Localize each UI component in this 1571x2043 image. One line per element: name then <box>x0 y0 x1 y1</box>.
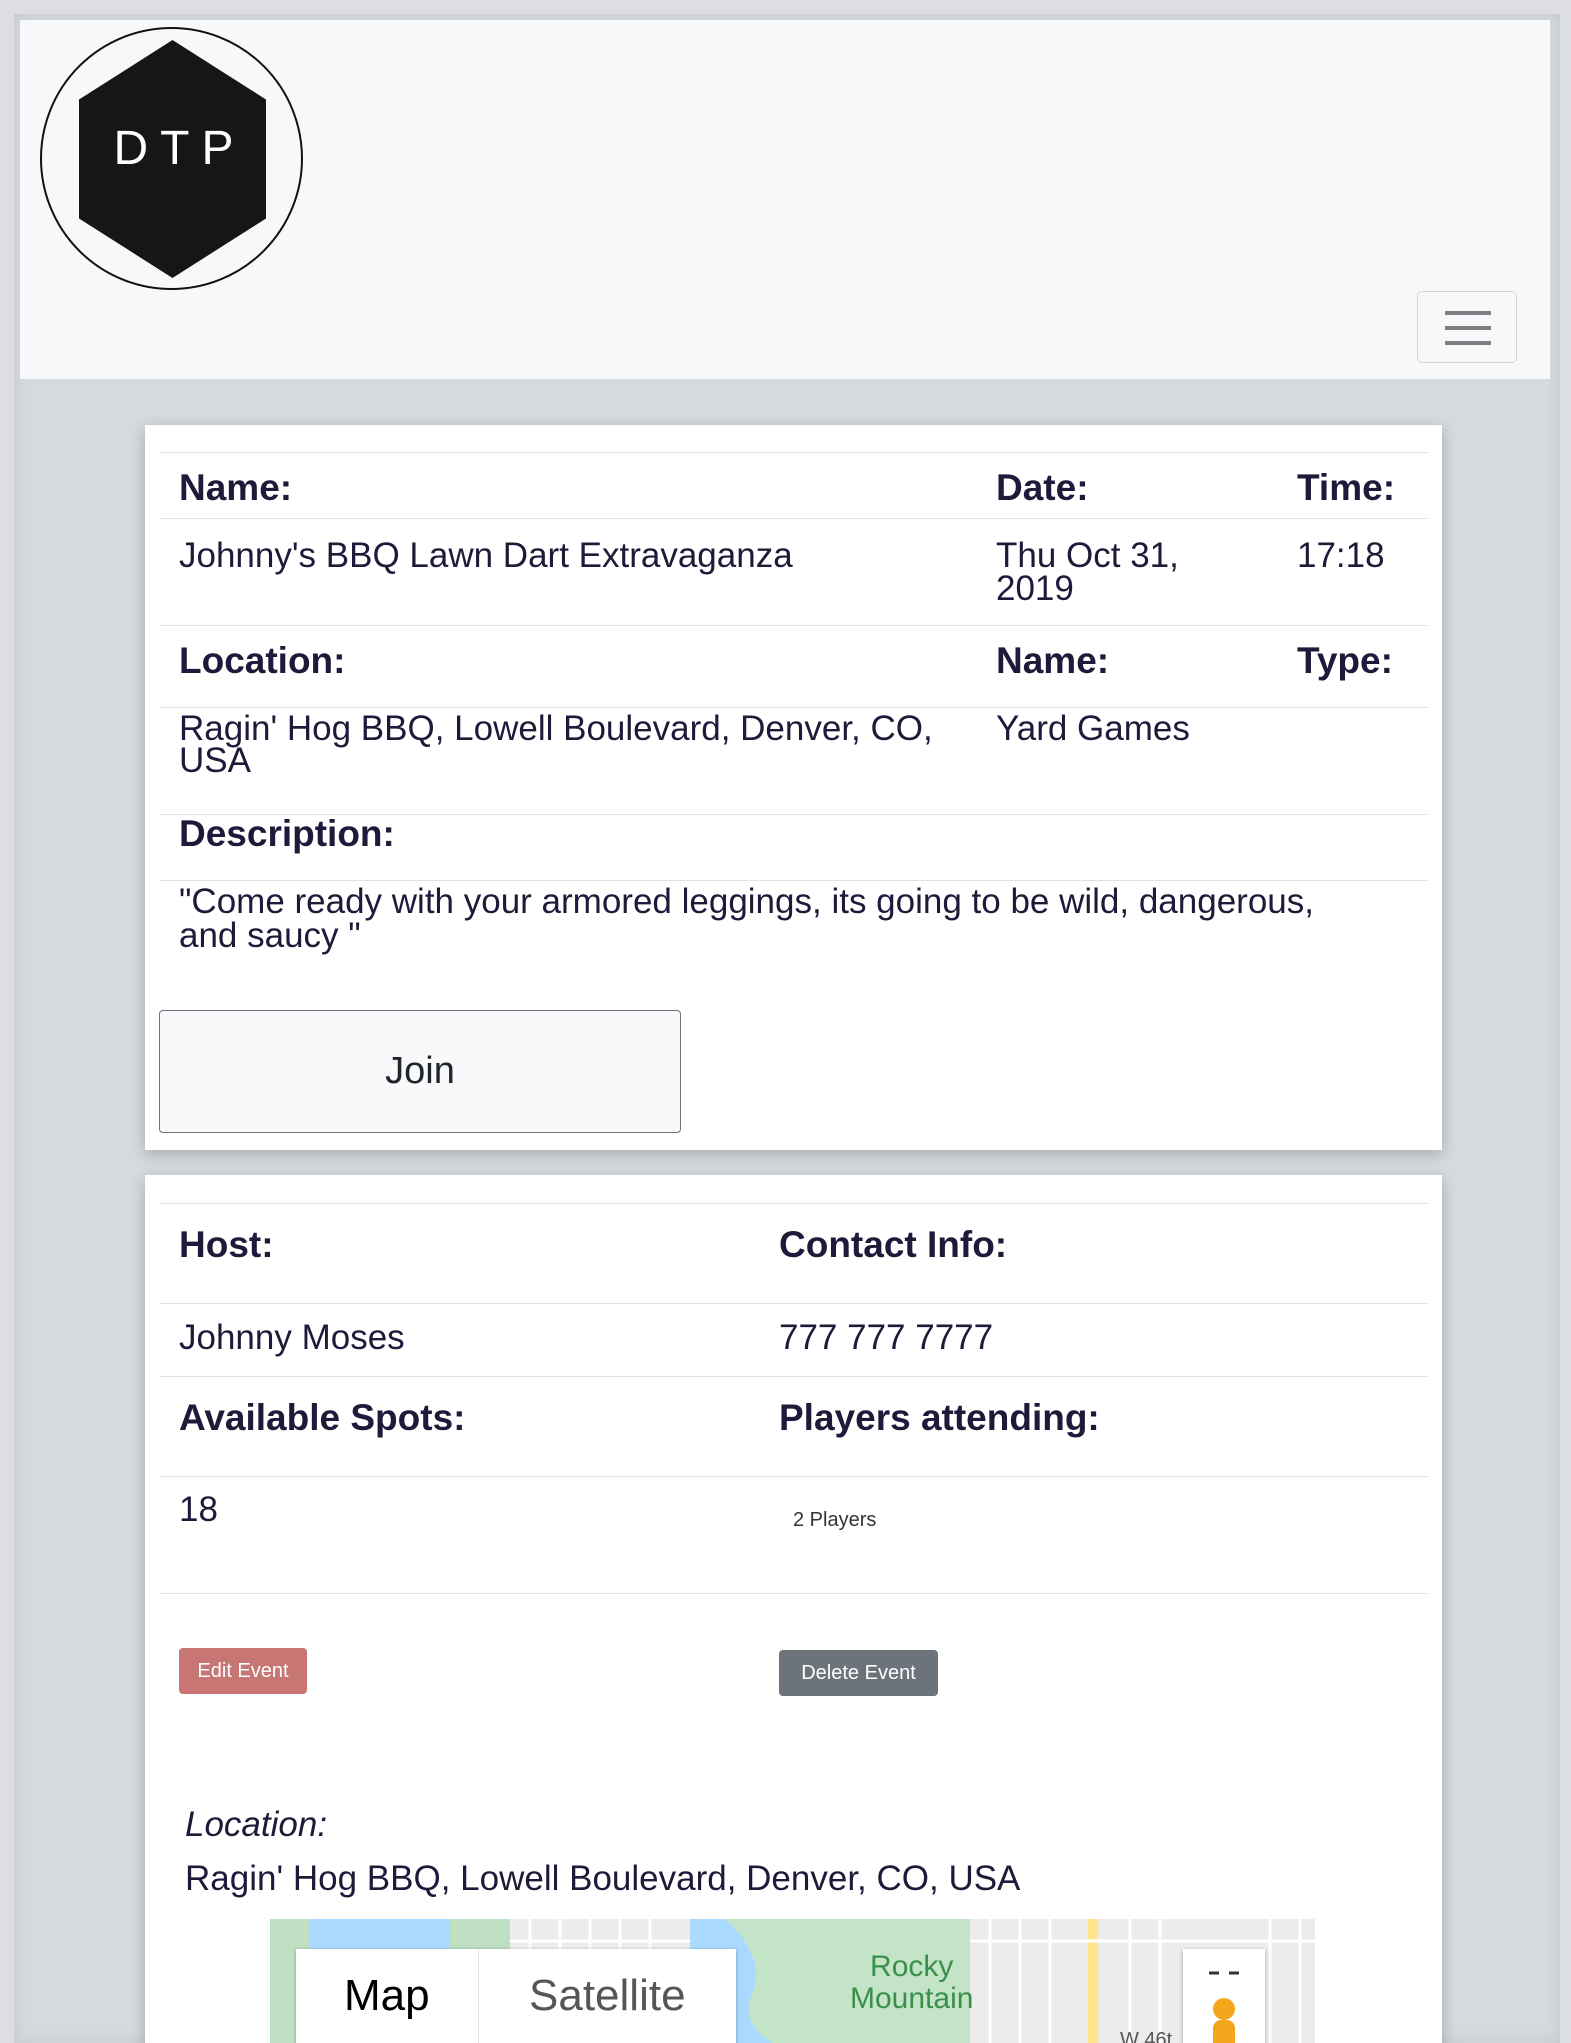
delete-event-button[interactable]: Delete Event <box>779 1650 938 1696</box>
host-value: Johnny Moses <box>179 1318 405 1357</box>
contact-label: Contact Info: <box>779 1224 1008 1265</box>
description-line2: and saucy " <box>179 916 361 955</box>
navbar-toggler-button[interactable] <box>1417 291 1517 363</box>
type-label: Type: <box>1297 640 1393 681</box>
location-label: Location: <box>179 640 346 681</box>
hamburger-icon-bar <box>1445 341 1491 345</box>
page-frame: DTP Name: Date: Time: Johnny's BBQ Lawn … <box>14 14 1560 2043</box>
event-date-line1: Thu Oct 31, <box>996 536 1179 575</box>
event-card: Name: Date: Time: Johnny's BBQ Lawn Dart… <box>145 425 1442 1150</box>
map-place-line1: Rocky <box>870 1950 954 1983</box>
name-label: Name: <box>179 467 293 508</box>
location-map[interactable]: Map Satellite Rocky Mountain W 46t <box>270 1919 1315 2043</box>
navbar: DTP <box>20 20 1550 379</box>
join-button[interactable]: Join <box>159 1010 681 1133</box>
description-label: Description: <box>179 813 395 854</box>
satellite-tab[interactable]: Satellite <box>477 1949 736 2043</box>
divider <box>159 880 1428 881</box>
event-time-value: 17:18 <box>1297 536 1385 575</box>
divider <box>159 518 1428 519</box>
location-line1: Ragin' Hog BBQ, Lowell Boulevard, Denver… <box>179 709 933 748</box>
event-date-line2: 2019 <box>996 569 1074 608</box>
pegman-control[interactable] <box>1183 1949 1265 2043</box>
logo-text: DTP <box>113 122 246 175</box>
location-line2: USA <box>179 741 251 780</box>
spots-label: Available Spots: <box>179 1397 466 1438</box>
details-card: Host: Contact Info: Johnny Moses 777 777… <box>145 1175 1442 2043</box>
game-name-value: Yard Games <box>996 709 1190 748</box>
hamburger-icon-bar <box>1445 311 1491 315</box>
spots-value: 18 <box>179 1490 218 1529</box>
divider <box>159 707 1428 708</box>
date-label: Date: <box>996 467 1089 508</box>
map-place-line2: Mountain <box>850 1982 974 2015</box>
divider <box>159 1476 1428 1477</box>
contact-value: 777 777 7777 <box>779 1318 994 1357</box>
pegman-icon <box>1209 1971 1239 2043</box>
game-name-label: Name: <box>996 640 1110 681</box>
map-tab[interactable]: Map <box>296 1949 478 2043</box>
hamburger-icon-bar <box>1445 326 1491 330</box>
map-location-label: Location: <box>185 1805 328 1844</box>
map-location-value: Ragin' Hog BBQ, Lowell Boulevard, Denver… <box>185 1859 1021 1898</box>
event-name-value: Johnny's BBQ Lawn Dart Extravaganza <box>179 536 793 575</box>
divider <box>159 1593 1428 1594</box>
description-line1: "Come ready with your armored leggings, … <box>179 882 1314 921</box>
divider <box>159 452 1428 453</box>
host-label: Host: <box>179 1224 274 1265</box>
divider <box>159 1203 1428 1204</box>
attending-value[interactable]: 2 Players <box>793 1509 876 1532</box>
divider <box>159 1303 1428 1304</box>
time-label: Time: <box>1297 467 1396 508</box>
brand-logo[interactable]: DTP <box>40 27 303 290</box>
map-place-label: Rocky Mountain <box>850 1951 973 2015</box>
divider <box>159 625 1428 626</box>
map-type-control: Map Satellite <box>296 1949 736 2043</box>
attending-label: Players attending: <box>779 1397 1100 1438</box>
map-street-label: W 46t <box>1120 2029 1173 2043</box>
divider <box>159 1376 1428 1377</box>
edit-event-button[interactable]: Edit Event <box>179 1648 307 1694</box>
